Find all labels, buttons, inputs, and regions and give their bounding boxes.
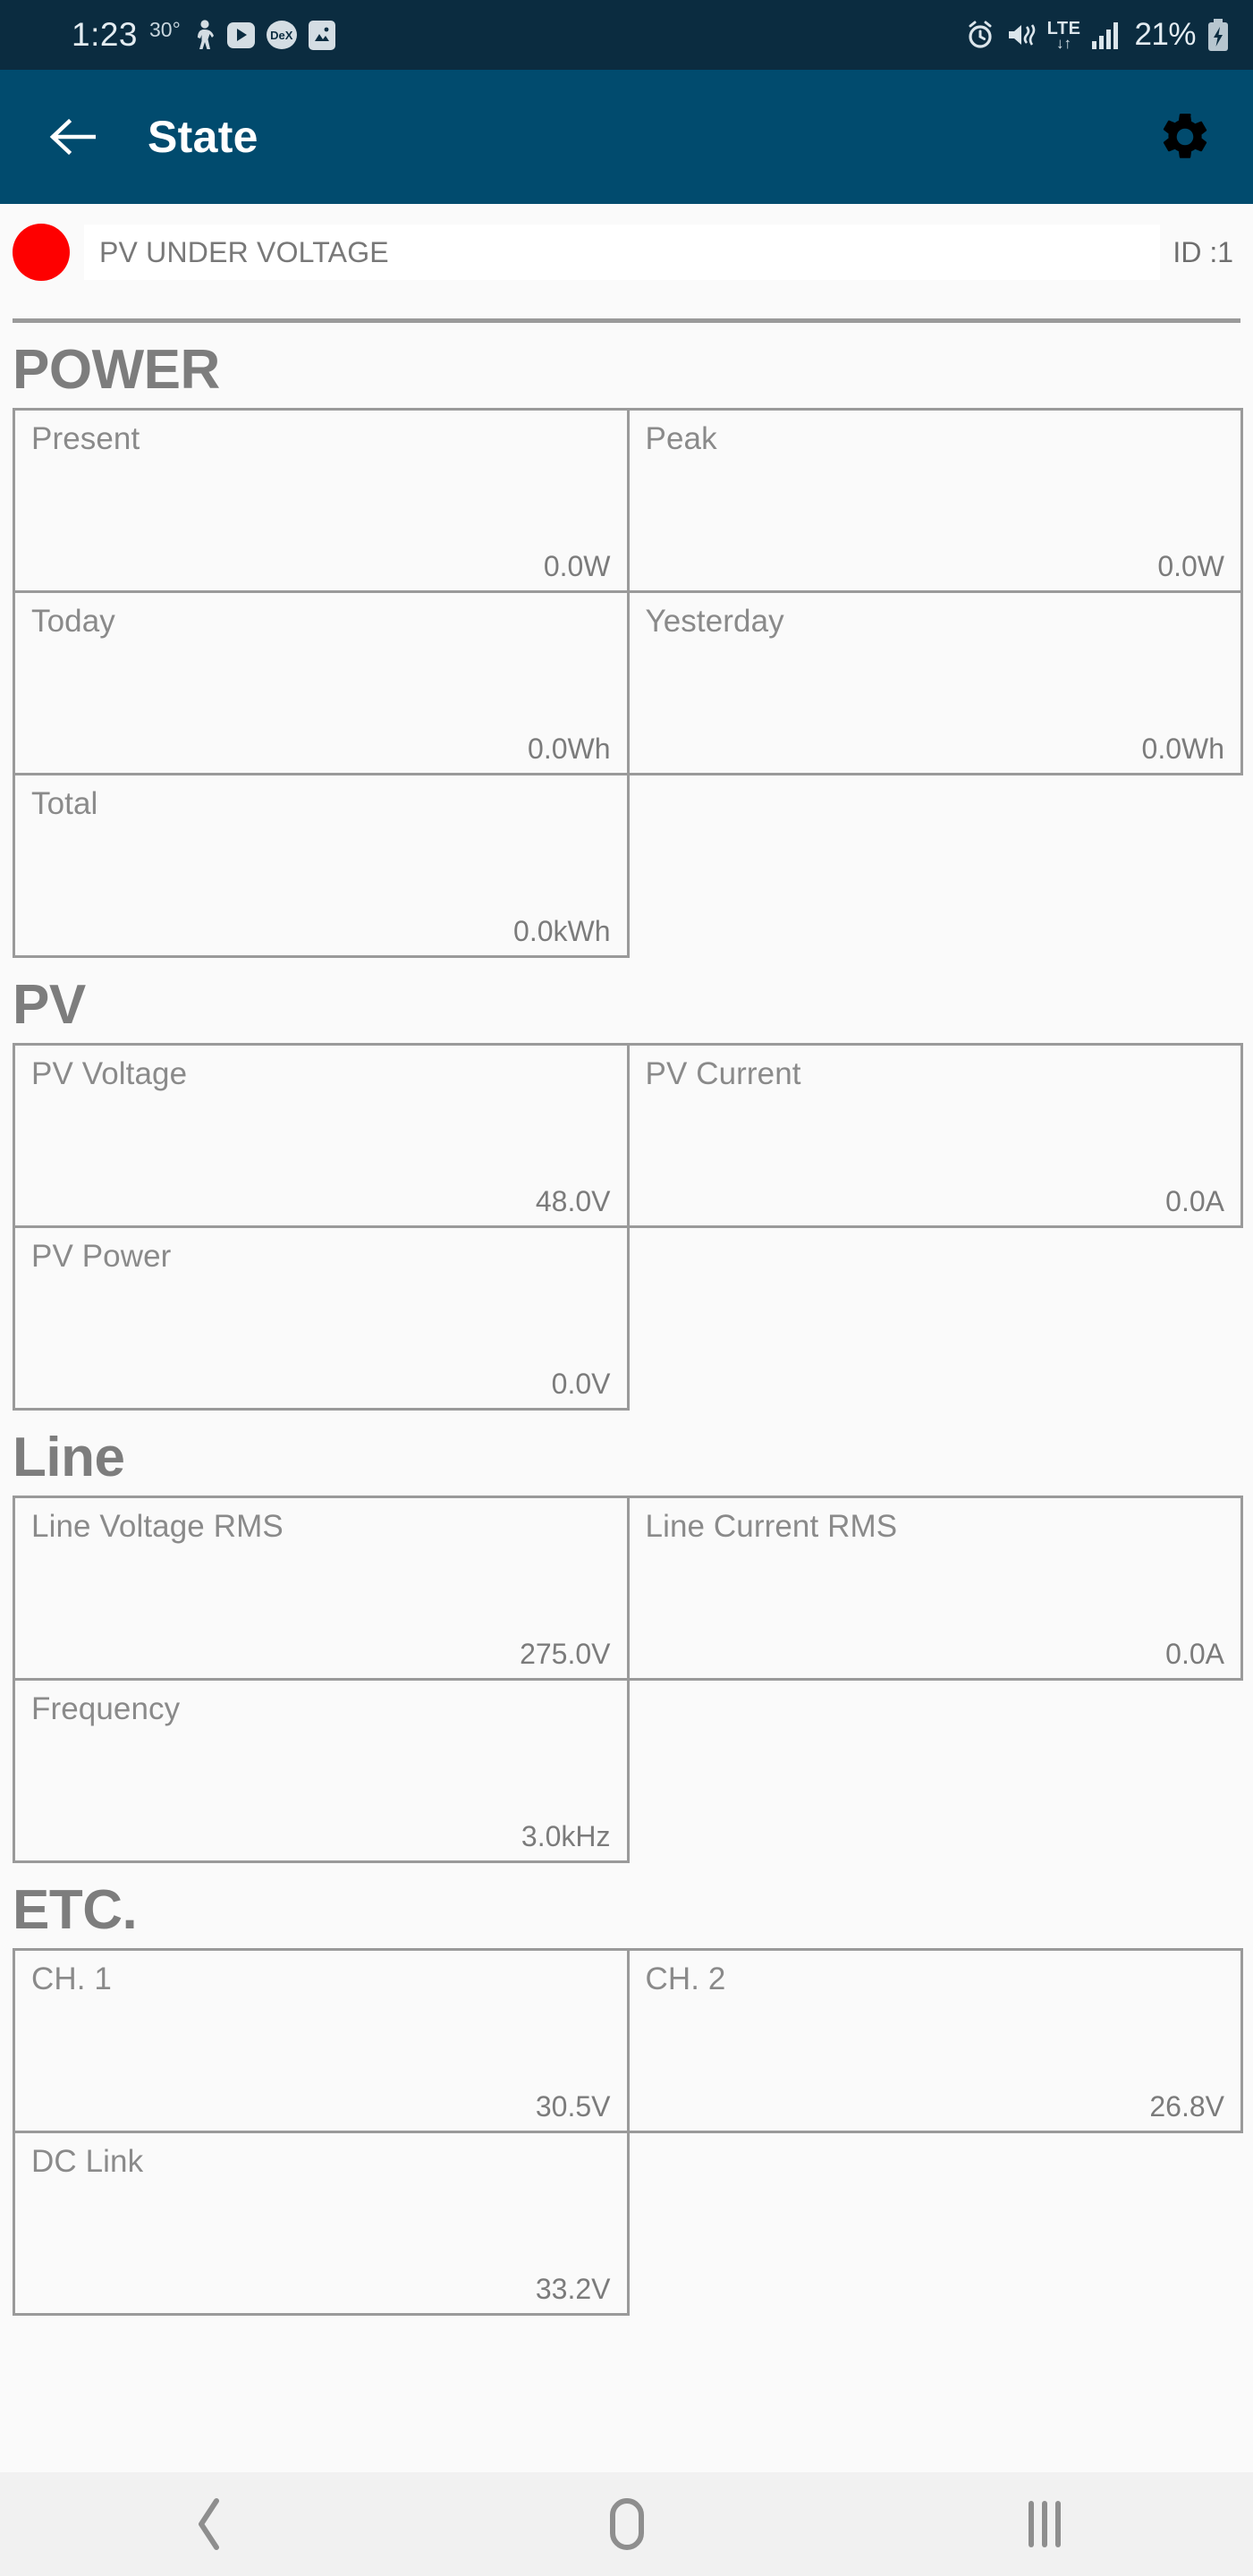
metric-cell[interactable]: DC Link 33.2V: [13, 2131, 630, 2316]
pedometer-icon: [192, 20, 216, 50]
metric-value: 30.5V: [535, 2090, 611, 2123]
grid-row: CH. 1 30.5V CH. 2 26.8V: [13, 1948, 1243, 2133]
back-button[interactable]: [38, 102, 107, 172]
metric-value: 48.0V: [535, 1185, 611, 1217]
status-bar-right: LTE ↓↑ 21%: [965, 17, 1230, 53]
metric-value: 275.0V: [520, 1638, 611, 1670]
battery-percent-label: 21%: [1134, 17, 1196, 52]
metric-value: 0.0Wh: [528, 733, 611, 765]
metric-label: Present: [31, 421, 140, 456]
grid-row: Today 0.0Wh Yesterday 0.0Wh: [13, 590, 1243, 775]
nav-home-button[interactable]: [418, 2472, 835, 2576]
device-id-label: ID :1: [1173, 235, 1233, 268]
section-title: POWER: [13, 339, 220, 401]
metric-label: PV Current: [645, 1056, 801, 1091]
metric-cell[interactable]: Line Current RMS 0.0A: [626, 1496, 1243, 1681]
metric-cell[interactable]: CH. 1 30.5V: [13, 1948, 630, 2133]
gallery-icon: [308, 20, 335, 50]
section-grid: Line Voltage RMS 275.0V Line Current RMS 0.…: [0, 1496, 1253, 1863]
status-bar: 1:23 30° DeX LTE ↓↑ 21%: [0, 0, 1253, 70]
lte-icon: LTE ↓↑: [1047, 20, 1081, 51]
section-grid: CH. 1 30.5V CH. 2 26.8V DC Link 33.2V: [0, 1948, 1253, 2316]
grid-row: DC Link 33.2V: [13, 2131, 1240, 2316]
metric-cell[interactable]: Peak 0.0W: [626, 408, 1243, 593]
metric-cell[interactable]: Present 0.0W: [13, 408, 630, 593]
metric-value: 0.0kWh: [513, 915, 611, 947]
sections-container: POWER Present 0.0W Peak 0.0W Today 0.0Wh Yester…: [0, 323, 1253, 2316]
metric-value: 0.0A: [1165, 1638, 1224, 1670]
metric-cell[interactable]: CH. 2 26.8V: [626, 1948, 1243, 2133]
system-nav-bar: [0, 2472, 1253, 2576]
section-title: ETC.: [13, 1879, 138, 1941]
metric-value: 0.0A: [1165, 1185, 1224, 1217]
metric-cell[interactable]: PV Voltage 48.0V: [13, 1043, 630, 1228]
grid-cell-empty: [627, 773, 1244, 958]
metric-label: Today: [31, 604, 115, 639]
settings-button[interactable]: [1149, 101, 1221, 173]
grid-row: Present 0.0W Peak 0.0W: [13, 408, 1243, 593]
grid-cell-empty: [627, 1678, 1244, 1863]
recents-bars-icon: [1028, 2501, 1061, 2547]
signal-icon: [1091, 21, 1123, 49]
gear-icon: [1163, 114, 1207, 158]
nav-recents-button[interactable]: [835, 2472, 1253, 2576]
section-title: PV: [13, 974, 86, 1036]
home-circle-icon: [609, 2498, 644, 2550]
youtube-icon: [226, 21, 255, 48]
metric-cell[interactable]: Yesterday 0.0Wh: [626, 590, 1243, 775]
state-content: PV UNDER VOLTAGE ID :1 POWER Present 0.0W P…: [0, 204, 1253, 2472]
metric-value: 0.0W: [1157, 550, 1224, 582]
grid-row: PV Power 0.0V: [13, 1225, 1240, 1411]
metric-value: 0.0Wh: [1141, 733, 1224, 765]
status-indicator-dot: [13, 224, 70, 281]
metric-label: Frequency: [31, 1691, 181, 1726]
alarm-icon: [965, 20, 995, 50]
section-grid: Present 0.0W Peak 0.0W Today 0.0Wh Yesterday 0.…: [0, 408, 1253, 958]
metric-value: 33.2V: [535, 2273, 611, 2305]
metric-label: DC Link: [31, 2144, 144, 2179]
grid-row: Frequency 3.0kHz: [13, 1678, 1240, 1863]
grid-cell-empty: [627, 2131, 1244, 2316]
metric-cell[interactable]: Frequency 3.0kHz: [13, 1678, 630, 1863]
metric-value: 3.0kHz: [521, 1820, 611, 1852]
metric-cell[interactable]: PV Current 0.0A: [626, 1043, 1243, 1228]
page-title: State: [148, 112, 258, 162]
status-clock: 1:23: [72, 16, 139, 53]
metric-value: 0.0W: [543, 550, 611, 582]
battery-charging-icon: [1206, 19, 1230, 51]
metric-label: PV Power: [31, 1239, 172, 1274]
arrow-left-icon: [49, 118, 96, 156]
grid-row: Total 0.0kWh: [13, 773, 1240, 958]
metric-label: Line Current RMS: [645, 1509, 898, 1544]
alert-message-text: PV UNDER VOLTAGE: [99, 235, 389, 268]
status-temperature: 30°: [149, 17, 181, 41]
metric-label: Peak: [645, 421, 717, 456]
metric-label: CH. 1: [31, 1962, 112, 1996]
metric-label: Yesterday: [645, 604, 784, 639]
metric-value: 26.8V: [1149, 2090, 1224, 2123]
metric-label: CH. 2: [645, 1962, 726, 1996]
mute-icon: [1006, 21, 1037, 48]
app-bar: State: [0, 70, 1253, 204]
grid-row: Line Voltage RMS 275.0V Line Current RMS 0.…: [13, 1496, 1243, 1681]
metric-cell[interactable]: Line Voltage RMS 275.0V: [13, 1496, 630, 1681]
alert-message-field[interactable]: PV UNDER VOLTAGE: [84, 225, 1161, 280]
status-bar-left: 1:23 30° DeX: [72, 16, 335, 54]
lte-arrows: ↓↑: [1056, 34, 1072, 52]
metric-label: PV Voltage: [31, 1056, 188, 1091]
nav-back-button[interactable]: [0, 2472, 418, 2576]
metric-cell[interactable]: PV Power 0.0V: [13, 1225, 630, 1411]
grid-cell-empty: [627, 1225, 1244, 1411]
section-grid: PV Voltage 48.0V PV Current 0.0A PV Power 0.0…: [0, 1043, 1253, 1411]
metric-label: Total: [31, 786, 98, 821]
chevron-left-icon: [198, 2498, 219, 2550]
section-title: Line: [13, 1427, 125, 1488]
metric-value: 0.0V: [551, 1368, 611, 1400]
dex-icon: DeX: [266, 21, 297, 49]
metric-cell[interactable]: Today 0.0Wh: [13, 590, 630, 775]
grid-row: PV Voltage 48.0V PV Current 0.0A: [13, 1043, 1243, 1228]
metric-label: Line Voltage RMS: [31, 1509, 284, 1544]
alert-banner: PV UNDER VOLTAGE ID :1: [0, 204, 1253, 301]
metric-cell[interactable]: Total 0.0kWh: [13, 773, 630, 958]
